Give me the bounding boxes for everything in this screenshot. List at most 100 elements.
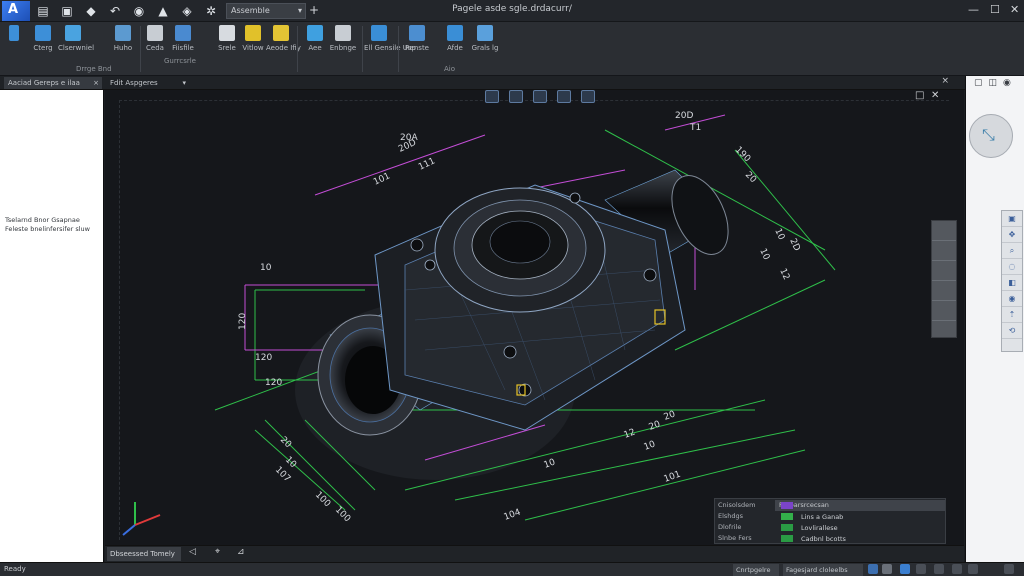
dimension-label[interactable]: 101 (663, 470, 683, 485)
window-title: Pagele asde sgle.drdacurr/ (452, 4, 572, 14)
dimension-label[interactable]: 10 (643, 439, 657, 452)
ribbon-tool-icon (115, 25, 131, 41)
dock-icon[interactable]: ◫ (989, 78, 998, 88)
pointer-icon[interactable]: ⌖ (215, 547, 220, 557)
maximize-button[interactable]: ☐ (990, 3, 1000, 16)
view-face-icon[interactable]: ◧ (1002, 275, 1022, 291)
dimension-label[interactable]: 190 (733, 145, 752, 164)
ribbon-button[interactable]: Aeode Ifiy (266, 25, 301, 65)
look-tool-icon[interactable]: ◉ (1002, 291, 1022, 307)
layer-color-swatch[interactable] (781, 524, 793, 531)
walk-tool-icon[interactable]: ⇡ (1002, 307, 1022, 323)
ribbon-button[interactable]: Renste (402, 25, 432, 65)
close-icon[interactable]: ✕ (931, 90, 939, 101)
osnap-icon[interactable] (934, 564, 944, 574)
pan-icon[interactable] (932, 221, 956, 241)
pan-tool-icon[interactable]: ✥ (1002, 227, 1022, 243)
window-icon[interactable]: ▢ (974, 78, 983, 88)
zoom-tool-icon[interactable]: ⌕ (1002, 243, 1022, 259)
ribbon-button[interactable]: Enbnge (328, 25, 358, 65)
layer-color-swatch[interactable] (781, 513, 793, 520)
view-tools (485, 90, 595, 106)
orbit-tool-icon[interactable]: ◌ (1002, 259, 1022, 275)
dimension-label[interactable]: 10 (260, 263, 272, 273)
status-mode[interactable]: Fagesjard cloleelbs (783, 564, 863, 576)
polar-icon[interactable] (916, 564, 926, 574)
ribbon-button-label: Grals lg (471, 44, 499, 52)
dimension-label[interactable]: 104 (503, 507, 523, 522)
look-at-icon[interactable] (581, 90, 595, 103)
dimension-label[interactable]: 20 (648, 419, 662, 432)
dimension-label[interactable]: T1 (689, 123, 701, 133)
restore-view-icon[interactable]: □ (915, 90, 924, 101)
graphics-canvas[interactable]: 20D 20A 20D 111 101 T1 10 120 120 120 190 20 10 10 2D 1… (105, 90, 964, 545)
measure-icon[interactable]: ⊿ (237, 547, 245, 557)
dimension-label[interactable]: 20 (278, 435, 293, 450)
ribbon-button[interactable]: Clserwniel (58, 25, 94, 65)
ribbon-button[interactable]: Cterg (28, 25, 58, 65)
browser-title-label: Fdit Aspgeres (110, 79, 158, 87)
dimension-label[interactable]: 111 (417, 156, 437, 172)
dimension-label[interactable]: 2D (787, 237, 801, 253)
ribbon-button[interactable]: Grals lg (470, 25, 500, 65)
ortho-icon[interactable] (900, 564, 910, 574)
ribbon-button-select[interactable] (2, 25, 26, 65)
dimension-label[interactable]: 100 (313, 490, 332, 509)
cad-model-drawing[interactable]: 20D20A20D111101T1101201201201902010102D1… (105, 90, 964, 545)
layer-color-swatch[interactable] (781, 502, 793, 509)
status-coordinates[interactable]: Cnrtpgelre (733, 564, 779, 576)
close-icon[interactable]: × (941, 76, 949, 86)
ribbon-button[interactable]: Aee (300, 25, 330, 65)
right-tool-panel: ▢ ◫ ◉ ⤡ ▣ ✥ ⌕ ◌ ◧ ◉ ⇡ ⟲ (965, 76, 1024, 562)
browser-title[interactable]: Fdit Aspgeres ▾ (106, 77, 188, 89)
dimension-label[interactable]: 120 (265, 378, 282, 388)
dimension-label[interactable]: 120 (238, 313, 248, 330)
home-view-icon[interactable] (485, 90, 499, 103)
ribbon-button[interactable]: Afde (440, 25, 470, 65)
walk-icon[interactable] (932, 301, 956, 321)
orbit-icon[interactable] (932, 261, 956, 281)
dimension-label[interactable]: 20 (743, 170, 758, 185)
dimension-label[interactable]: 20D (675, 111, 693, 121)
zoom-all-icon[interactable] (557, 90, 571, 103)
close-button[interactable]: ✕ (1010, 3, 1019, 16)
dimension-label[interactable]: 12 (623, 428, 637, 441)
cube-icon[interactable]: ▣ (1002, 211, 1022, 227)
dimension-label[interactable]: 100 (333, 505, 352, 524)
ribbon-button[interactable]: Vitlow (238, 25, 268, 65)
navigation-bar[interactable] (931, 220, 957, 338)
ribbon-tool-icon (477, 25, 493, 41)
look-icon[interactable] (932, 281, 956, 301)
top-boss[interactable] (434, 187, 606, 313)
settings-icon[interactable] (968, 564, 978, 574)
dimension-label[interactable]: 10 (757, 247, 771, 262)
layer-color-swatch[interactable] (781, 535, 793, 542)
close-icon[interactable]: × (93, 77, 99, 89)
zoom-icon[interactable] (932, 241, 956, 261)
ribbon-separator (398, 26, 399, 72)
minimize-button[interactable]: — (968, 3, 979, 16)
ribbon-button-label: Enbnge (329, 44, 357, 52)
lineweight-icon[interactable] (952, 564, 962, 574)
dimension-label[interactable]: 20A (400, 133, 418, 143)
info-row-label: Elshdgs (718, 512, 744, 520)
front-view-icon[interactable] (509, 90, 523, 103)
dimension-label[interactable]: 10 (772, 227, 786, 242)
steering-wheel-icon[interactable]: ⤡ (969, 114, 1013, 158)
dimension-label[interactable]: 10 (543, 457, 557, 470)
menu-icon[interactable] (1004, 564, 1014, 574)
help-icon[interactable]: ◉ (1003, 78, 1011, 88)
ribbon: Cterg Clserwniel Huho Ceda Fiisfile Srele Vitl… (0, 22, 1024, 76)
dimension-label[interactable]: 20 (663, 409, 677, 422)
previous-icon[interactable]: ◁ (189, 547, 196, 557)
document-tab[interactable]: Aaciad Gereps e ilaa × (4, 77, 102, 89)
grid-icon[interactable] (882, 564, 892, 574)
sheet-tab[interactable]: Dbseessed Tomely (107, 547, 181, 561)
dimension-label[interactable]: 12 (777, 267, 791, 282)
dimension-label[interactable]: 120 (255, 353, 272, 363)
snap-icon[interactable] (868, 564, 878, 574)
ribbon-button[interactable]: Huho (108, 25, 138, 65)
orbit-icon[interactable] (533, 90, 547, 103)
ribbon-button[interactable]: Ell Gensile Usp (364, 25, 416, 65)
rewind-icon[interactable]: ⟲ (1002, 323, 1022, 339)
